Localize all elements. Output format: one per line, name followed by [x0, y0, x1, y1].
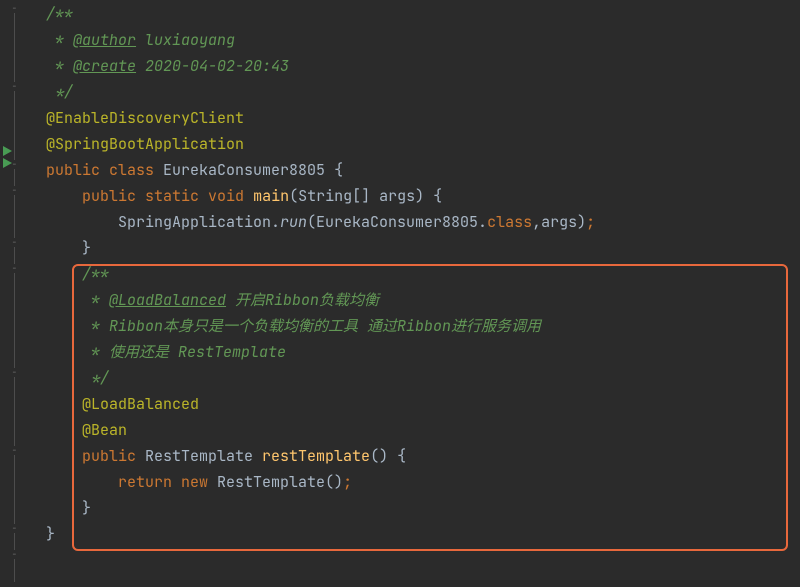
code-line: /**	[28, 262, 800, 288]
brace: }	[82, 498, 91, 518]
fold-toggle-icon[interactable]: −	[10, 524, 19, 533]
code-line: @SpringBootApplication	[28, 132, 800, 158]
code-line: public RestTemplate restTemplate() {	[28, 444, 800, 470]
code-line: */	[28, 366, 800, 392]
method-name: main	[253, 186, 289, 206]
type: RestTemplate	[145, 446, 262, 466]
semicolon: ;	[586, 212, 595, 232]
args-end: ,args)	[532, 212, 586, 232]
keyword: class	[487, 212, 532, 232]
code-line: * @create 2020-04-02-20:43	[28, 54, 800, 80]
fold-toggle-icon[interactable]: −	[10, 186, 19, 195]
keyword: public	[82, 186, 145, 206]
run-gutter-icon[interactable]	[2, 144, 14, 173]
brace: {	[334, 160, 343, 180]
fold-toggle-icon[interactable]: −	[10, 238, 19, 247]
keyword: class	[109, 160, 163, 180]
javadoc-tag: @LoadBalanced	[109, 290, 226, 310]
code-line: @EnableDiscoveryClient	[28, 106, 800, 132]
fold-toggle-icon[interactable]: −	[10, 446, 19, 455]
javadoc-open: /**	[82, 264, 109, 284]
javadoc-prefix: *	[82, 290, 109, 310]
javadoc-open: /**	[46, 4, 73, 24]
javadoc-text: 开启Ribbon负载均衡	[226, 290, 379, 310]
code-content[interactable]: /** * @author luxiaoyang * @create 2020-…	[22, 0, 800, 587]
code-line: * Ribbon本身只是一个负载均衡的工具 通过Ribbon进行服务调用	[28, 314, 800, 340]
code-line: }	[28, 496, 800, 522]
javadoc-close: */	[82, 368, 109, 388]
code-line: @Bean	[28, 418, 800, 444]
javadoc-tag: @author	[73, 30, 136, 50]
javadoc-tag: @create	[73, 56, 136, 76]
constructor: RestTemplate()	[217, 472, 343, 492]
javadoc-text: luxiaoyang	[136, 30, 235, 50]
code-line: public class EurekaConsumer8805 {	[28, 158, 800, 184]
javadoc-close: */	[46, 82, 73, 102]
code-line: * 使用还是 RestTemplate	[28, 340, 800, 366]
fold-toggle-icon[interactable]: −	[10, 368, 19, 377]
javadoc-text: * Ribbon本身只是一个负载均衡的工具 通过Ribbon进行服务调用	[82, 316, 541, 336]
method-call: run	[280, 212, 307, 232]
method-name: restTemplate	[262, 446, 370, 466]
code-line: * @LoadBalanced 开启Ribbon负载均衡	[28, 288, 800, 314]
code-line: }	[28, 236, 800, 262]
code-line: * @author luxiaoyang	[28, 28, 800, 54]
javadoc-text: 2020-04-02-20:43	[136, 56, 289, 76]
annotation: @LoadBalanced	[82, 394, 199, 414]
keyword: new	[181, 472, 217, 492]
annotation: @SpringBootApplication	[46, 134, 244, 154]
code-line: return new RestTemplate();	[28, 470, 800, 496]
params: (String[] args) {	[289, 186, 442, 206]
keyword: public	[46, 160, 109, 180]
code-line: SpringApplication.run(EurekaConsumer8805…	[28, 210, 800, 236]
fold-toggle-icon[interactable]: −	[10, 4, 19, 13]
fold-toggle-icon[interactable]: −	[10, 82, 19, 91]
editor-gutter: − − − − − − − − − −	[0, 0, 22, 587]
code-editor: − − − − − − − − − − /** * @author luxiao…	[0, 0, 800, 587]
semicolon: ;	[343, 472, 352, 492]
code-line: public static void main(String[] args) {	[28, 184, 800, 210]
code-line: */	[28, 80, 800, 106]
keyword: public	[82, 446, 145, 466]
code-line: /**	[28, 2, 800, 28]
fold-toggle-icon[interactable]: −	[10, 264, 19, 273]
keyword: void	[208, 186, 253, 206]
class-ref: SpringApplication.	[118, 212, 280, 232]
annotation: @EnableDiscoveryClient	[46, 108, 244, 128]
brace: }	[82, 238, 91, 258]
code-line: }	[28, 522, 800, 548]
brace: }	[46, 524, 55, 544]
javadoc-text: * 使用还是 RestTemplate	[82, 342, 286, 362]
args: (EurekaConsumer8805.	[307, 212, 487, 232]
keyword: static	[145, 186, 208, 206]
keyword: return	[118, 472, 181, 492]
params: () {	[370, 446, 406, 466]
code-line: @LoadBalanced	[28, 392, 800, 418]
class-name: EurekaConsumer8805	[163, 160, 334, 180]
fold-toggle-icon[interactable]: −	[10, 550, 19, 559]
annotation: @Bean	[82, 420, 127, 440]
